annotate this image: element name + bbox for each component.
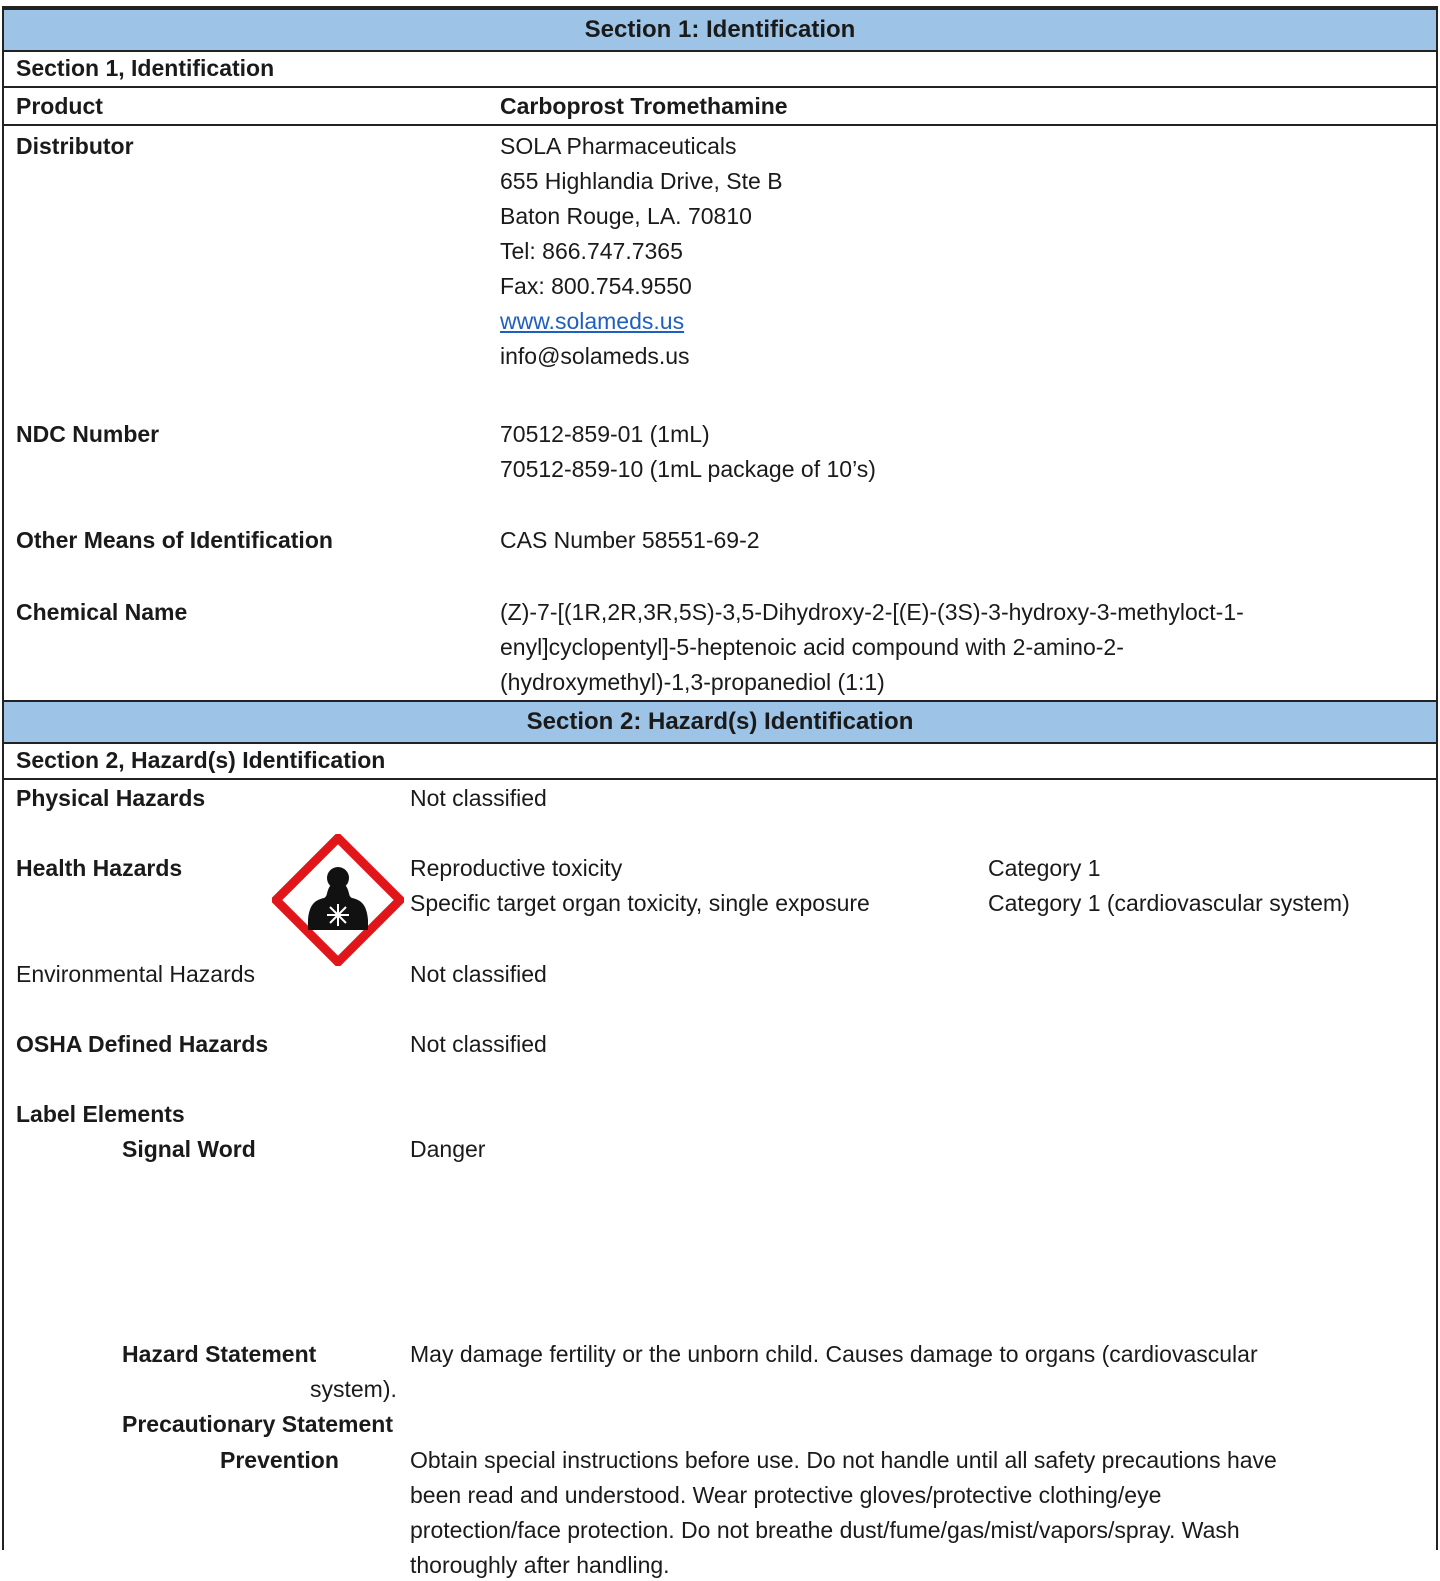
section2-header: Section 2: Hazard(s) Identification: [4, 700, 1436, 744]
distributor-name: SOLA Pharmaceuticals: [500, 133, 737, 159]
other-id-value: CAS Number 58551-69-2: [500, 527, 760, 553]
website-link[interactable]: www.solameds.us: [500, 305, 684, 337]
environmental-hazards-value: Not classified: [410, 961, 547, 987]
ndc-label: NDC Number: [16, 421, 160, 447]
sds-sheet: Section 1: Identification Section 1, Ide…: [2, 6, 1438, 1578]
environmental-hazards-label: Environmental Hazards: [16, 961, 256, 987]
health-hazard-1: Reproductive toxicity: [410, 855, 623, 881]
prevention-line-4: thoroughly after handling.: [410, 1552, 670, 1578]
precautionary-statement-label: Precautionary Statement: [122, 1411, 393, 1437]
divider: [4, 124, 1436, 126]
ndc-value-1: 70512-859-01 (1mL): [500, 421, 710, 447]
label-elements-heading: Label Elements: [16, 1101, 185, 1127]
other-id-label: Other Means of Identification: [16, 527, 333, 553]
hazard-statement-line-1: May damage fertility or the unborn child…: [410, 1341, 1258, 1367]
distributor-city: Baton Rouge, LA. 70810: [500, 203, 752, 229]
section1-header: Section 1: Identification: [4, 8, 1436, 52]
chemical-name-label: Chemical Name: [16, 599, 188, 625]
section1-subheader: Section 1, Identification: [16, 55, 275, 81]
signal-word-label: Signal Word: [122, 1136, 256, 1162]
distributor-email: info@solameds.us: [500, 343, 690, 369]
divider: [4, 86, 1436, 88]
health-hazard-2: Specific target organ toxicity, single e…: [410, 890, 870, 916]
hazard-statement-label: Hazard Statement: [122, 1341, 317, 1367]
prevention-label: Prevention: [220, 1447, 339, 1473]
health-category-1: Category 1: [988, 855, 1101, 881]
osha-hazards-label: OSHA Defined Hazards: [16, 1031, 269, 1057]
chemical-name-line-1: (Z)-7-[(1R,2R,3R,5S)-3,5-Dihydroxy-2-[(E…: [500, 599, 1244, 625]
hazard-statement-line-2: system).: [310, 1376, 397, 1402]
distributor-label: Distributor: [16, 133, 134, 159]
product-value: Carboprost Tromethamine: [500, 93, 788, 119]
health-hazard-icon: [272, 834, 404, 966]
chemical-name-line-3: (hydroxymethyl)-1,3-propanediol (1:1): [500, 669, 885, 695]
health-hazards-label: Health Hazards: [16, 855, 183, 881]
ndc-value-2: 70512-859-10 (1mL package of 10’s): [500, 456, 876, 482]
osha-hazards-value: Not classified: [410, 1031, 547, 1057]
signal-word-value: Danger: [410, 1136, 486, 1162]
distributor-phone: Tel: 866.747.7365: [500, 238, 683, 264]
physical-hazards-value: Not classified: [410, 785, 547, 811]
prevention-line-1: Obtain special instructions before use. …: [410, 1447, 1277, 1473]
distributor-fax: Fax: 800.754.9550: [500, 273, 692, 299]
divider: [4, 778, 1436, 780]
product-label: Product: [16, 93, 103, 119]
prevention-line-2: been read and understood. Wear protectiv…: [410, 1482, 1162, 1508]
chemical-name-line-2: enyl]cyclopentyl]-5-heptenoic acid compo…: [500, 634, 1124, 660]
distributor-address: 655 Highlandia Drive, Ste B: [500, 168, 783, 194]
health-category-2: Category 1 (cardiovascular system): [988, 890, 1350, 916]
section2-subheader: Section 2, Hazard(s) Identification: [16, 747, 386, 773]
physical-hazards-label: Physical Hazards: [16, 785, 206, 811]
prevention-line-3: protection/face protection. Do not breat…: [410, 1517, 1240, 1543]
